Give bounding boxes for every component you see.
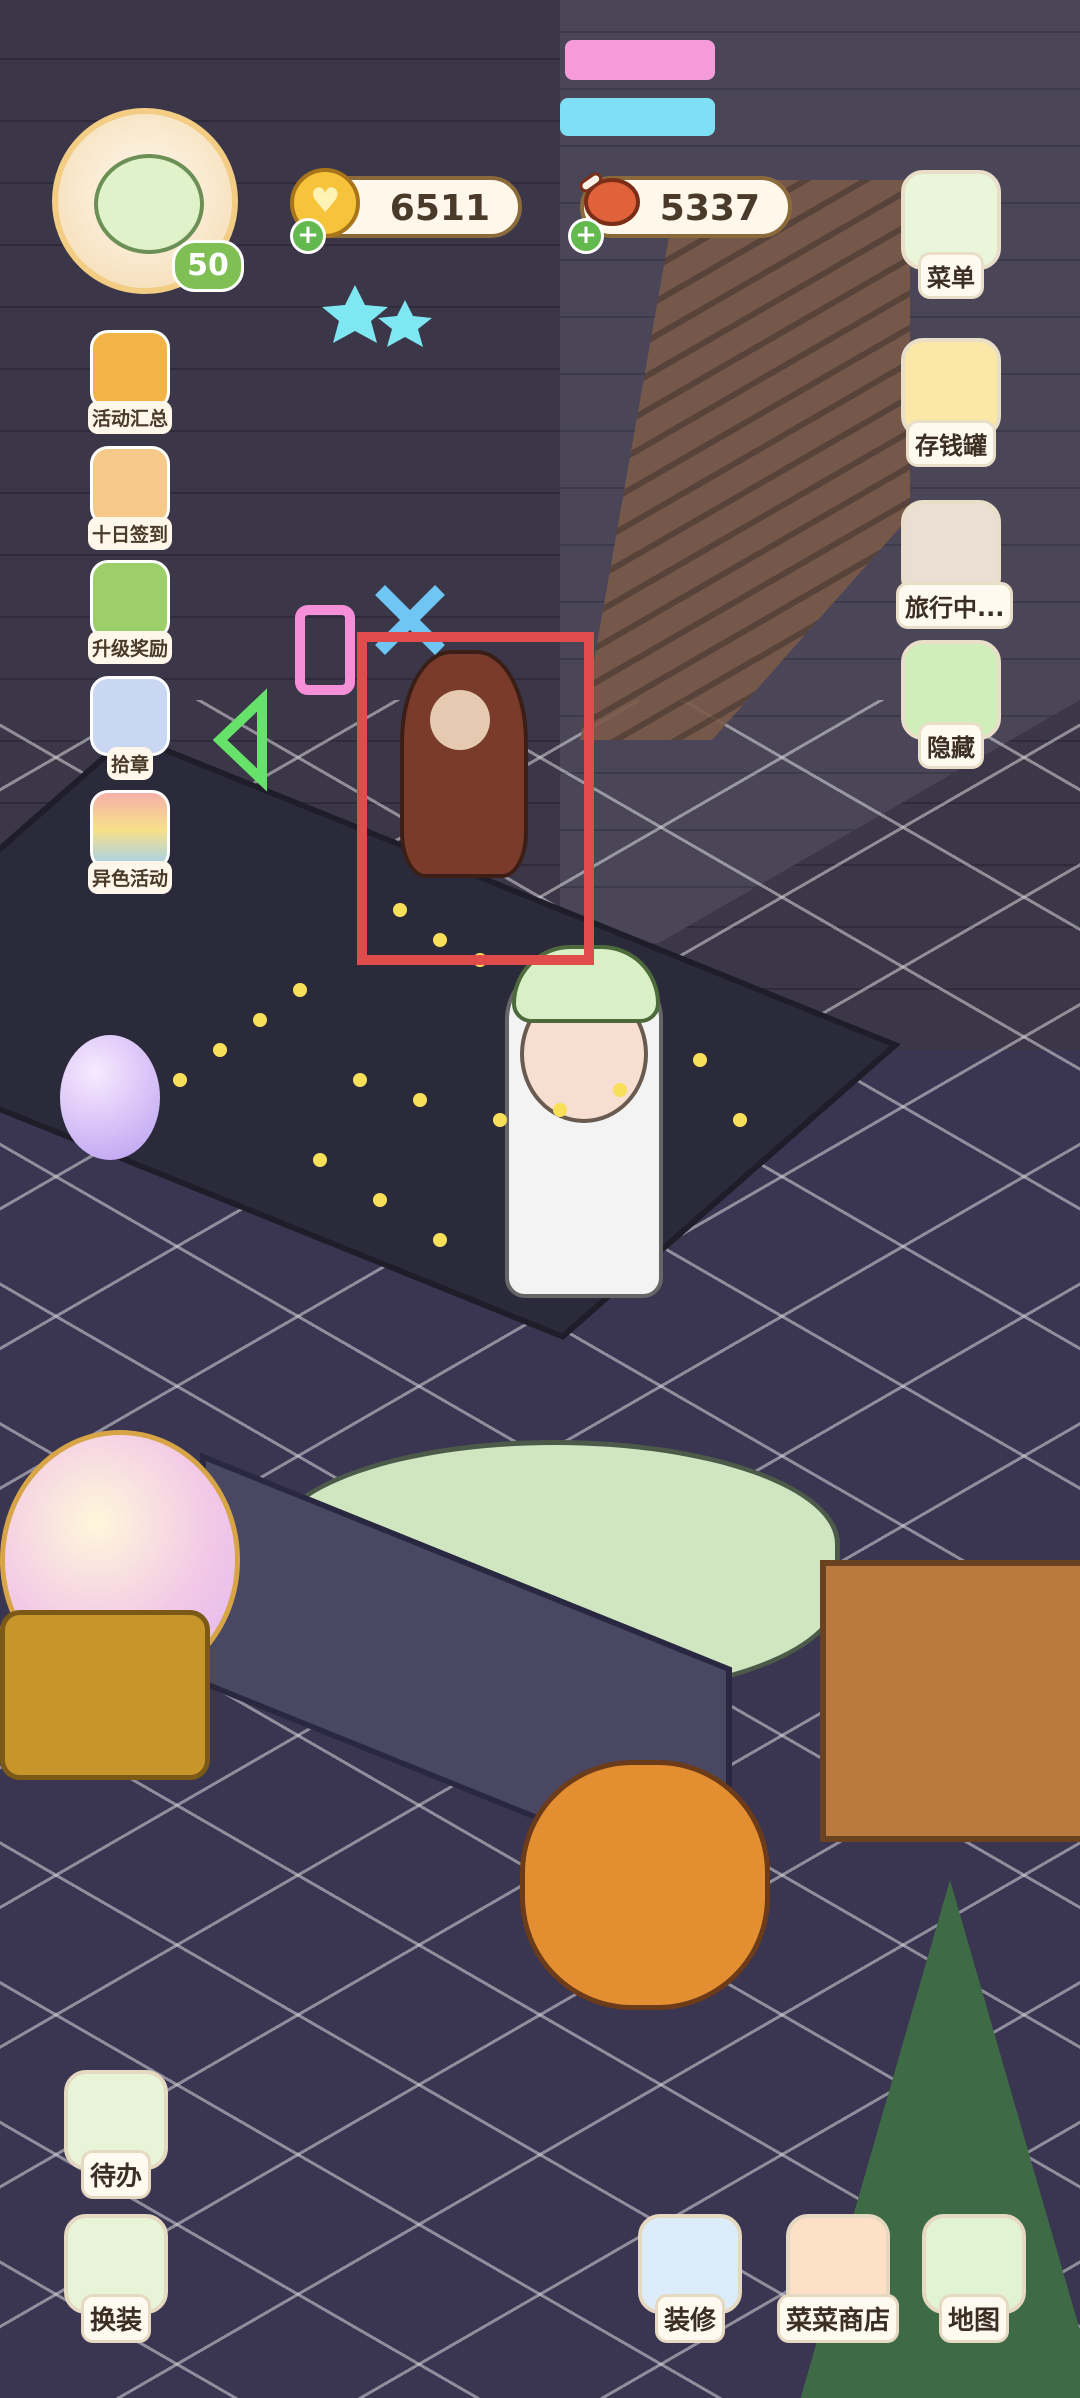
menu-badge-collect[interactable]: 拾章 bbox=[82, 676, 178, 780]
menu-ten-day-signin[interactable]: 十日签到 bbox=[82, 446, 178, 550]
menu-label: 换装 bbox=[80, 2294, 151, 2343]
add-food-icon[interactable]: + bbox=[568, 218, 604, 254]
menu-label: 存钱罐 bbox=[906, 420, 996, 467]
neon-sign-pink bbox=[565, 40, 715, 80]
selection-highlight-box bbox=[357, 632, 594, 965]
outfit-button[interactable]: 换装 bbox=[56, 2214, 176, 2343]
menu-label: 隐藏 bbox=[918, 722, 984, 769]
traveling-button[interactable]: 旅行中... bbox=[896, 500, 1014, 629]
map-button[interactable]: 地图 bbox=[914, 2214, 1034, 2343]
menu-label: 旅行中... bbox=[896, 582, 1014, 629]
badge-stamp-icon bbox=[90, 676, 170, 756]
avatar-face-icon bbox=[94, 154, 204, 254]
wooden-crate[interactable] bbox=[820, 1560, 1080, 1842]
coin-value: 6511 bbox=[389, 188, 490, 229]
dragon-statue[interactable] bbox=[520, 1760, 770, 2010]
crown-house-icon bbox=[90, 330, 170, 410]
menu-label: 待办 bbox=[80, 2150, 151, 2199]
menu-label: 装修 bbox=[654, 2294, 725, 2343]
snow-globe-base bbox=[0, 1610, 210, 1780]
player-level-badge: 50 bbox=[172, 240, 244, 292]
neon-sign-blue bbox=[560, 98, 715, 136]
gift-calendar-icon bbox=[90, 446, 170, 526]
menu-label: 菜菜商店 bbox=[776, 2294, 899, 2343]
menu-label: 拾章 bbox=[106, 747, 153, 780]
menu-label: 异色活动 bbox=[87, 861, 172, 894]
food-value: 5337 bbox=[659, 188, 760, 229]
piggy-bank-button[interactable]: 存钱罐 bbox=[896, 338, 1006, 467]
rainbow-icon bbox=[90, 790, 170, 870]
arrow-up-icon bbox=[90, 560, 170, 640]
balloon-decoration[interactable] bbox=[60, 1035, 160, 1160]
menu-button[interactable]: 菜单 bbox=[896, 170, 1006, 299]
add-coin-icon[interactable]: + bbox=[290, 218, 326, 254]
menu-label: 十日签到 bbox=[87, 517, 172, 550]
menu-label: 活动汇总 bbox=[87, 401, 172, 434]
menu-label: 地图 bbox=[938, 2294, 1009, 2343]
shop-button[interactable]: 菜菜商店 bbox=[768, 2214, 908, 2343]
todo-button[interactable]: 待办 bbox=[56, 2070, 176, 2199]
menu-color-event[interactable]: 异色活动 bbox=[82, 790, 178, 894]
menu-events-summary[interactable]: 活动汇总 bbox=[82, 330, 178, 434]
decorate-button[interactable]: 装修 bbox=[630, 2214, 750, 2343]
menu-level-rewards[interactable]: 升级奖励 bbox=[82, 560, 178, 664]
menu-label: 菜单 bbox=[918, 252, 984, 299]
menu-label: 升级奖励 bbox=[87, 631, 172, 664]
hide-ui-button[interactable]: 隐藏 bbox=[896, 640, 1006, 769]
